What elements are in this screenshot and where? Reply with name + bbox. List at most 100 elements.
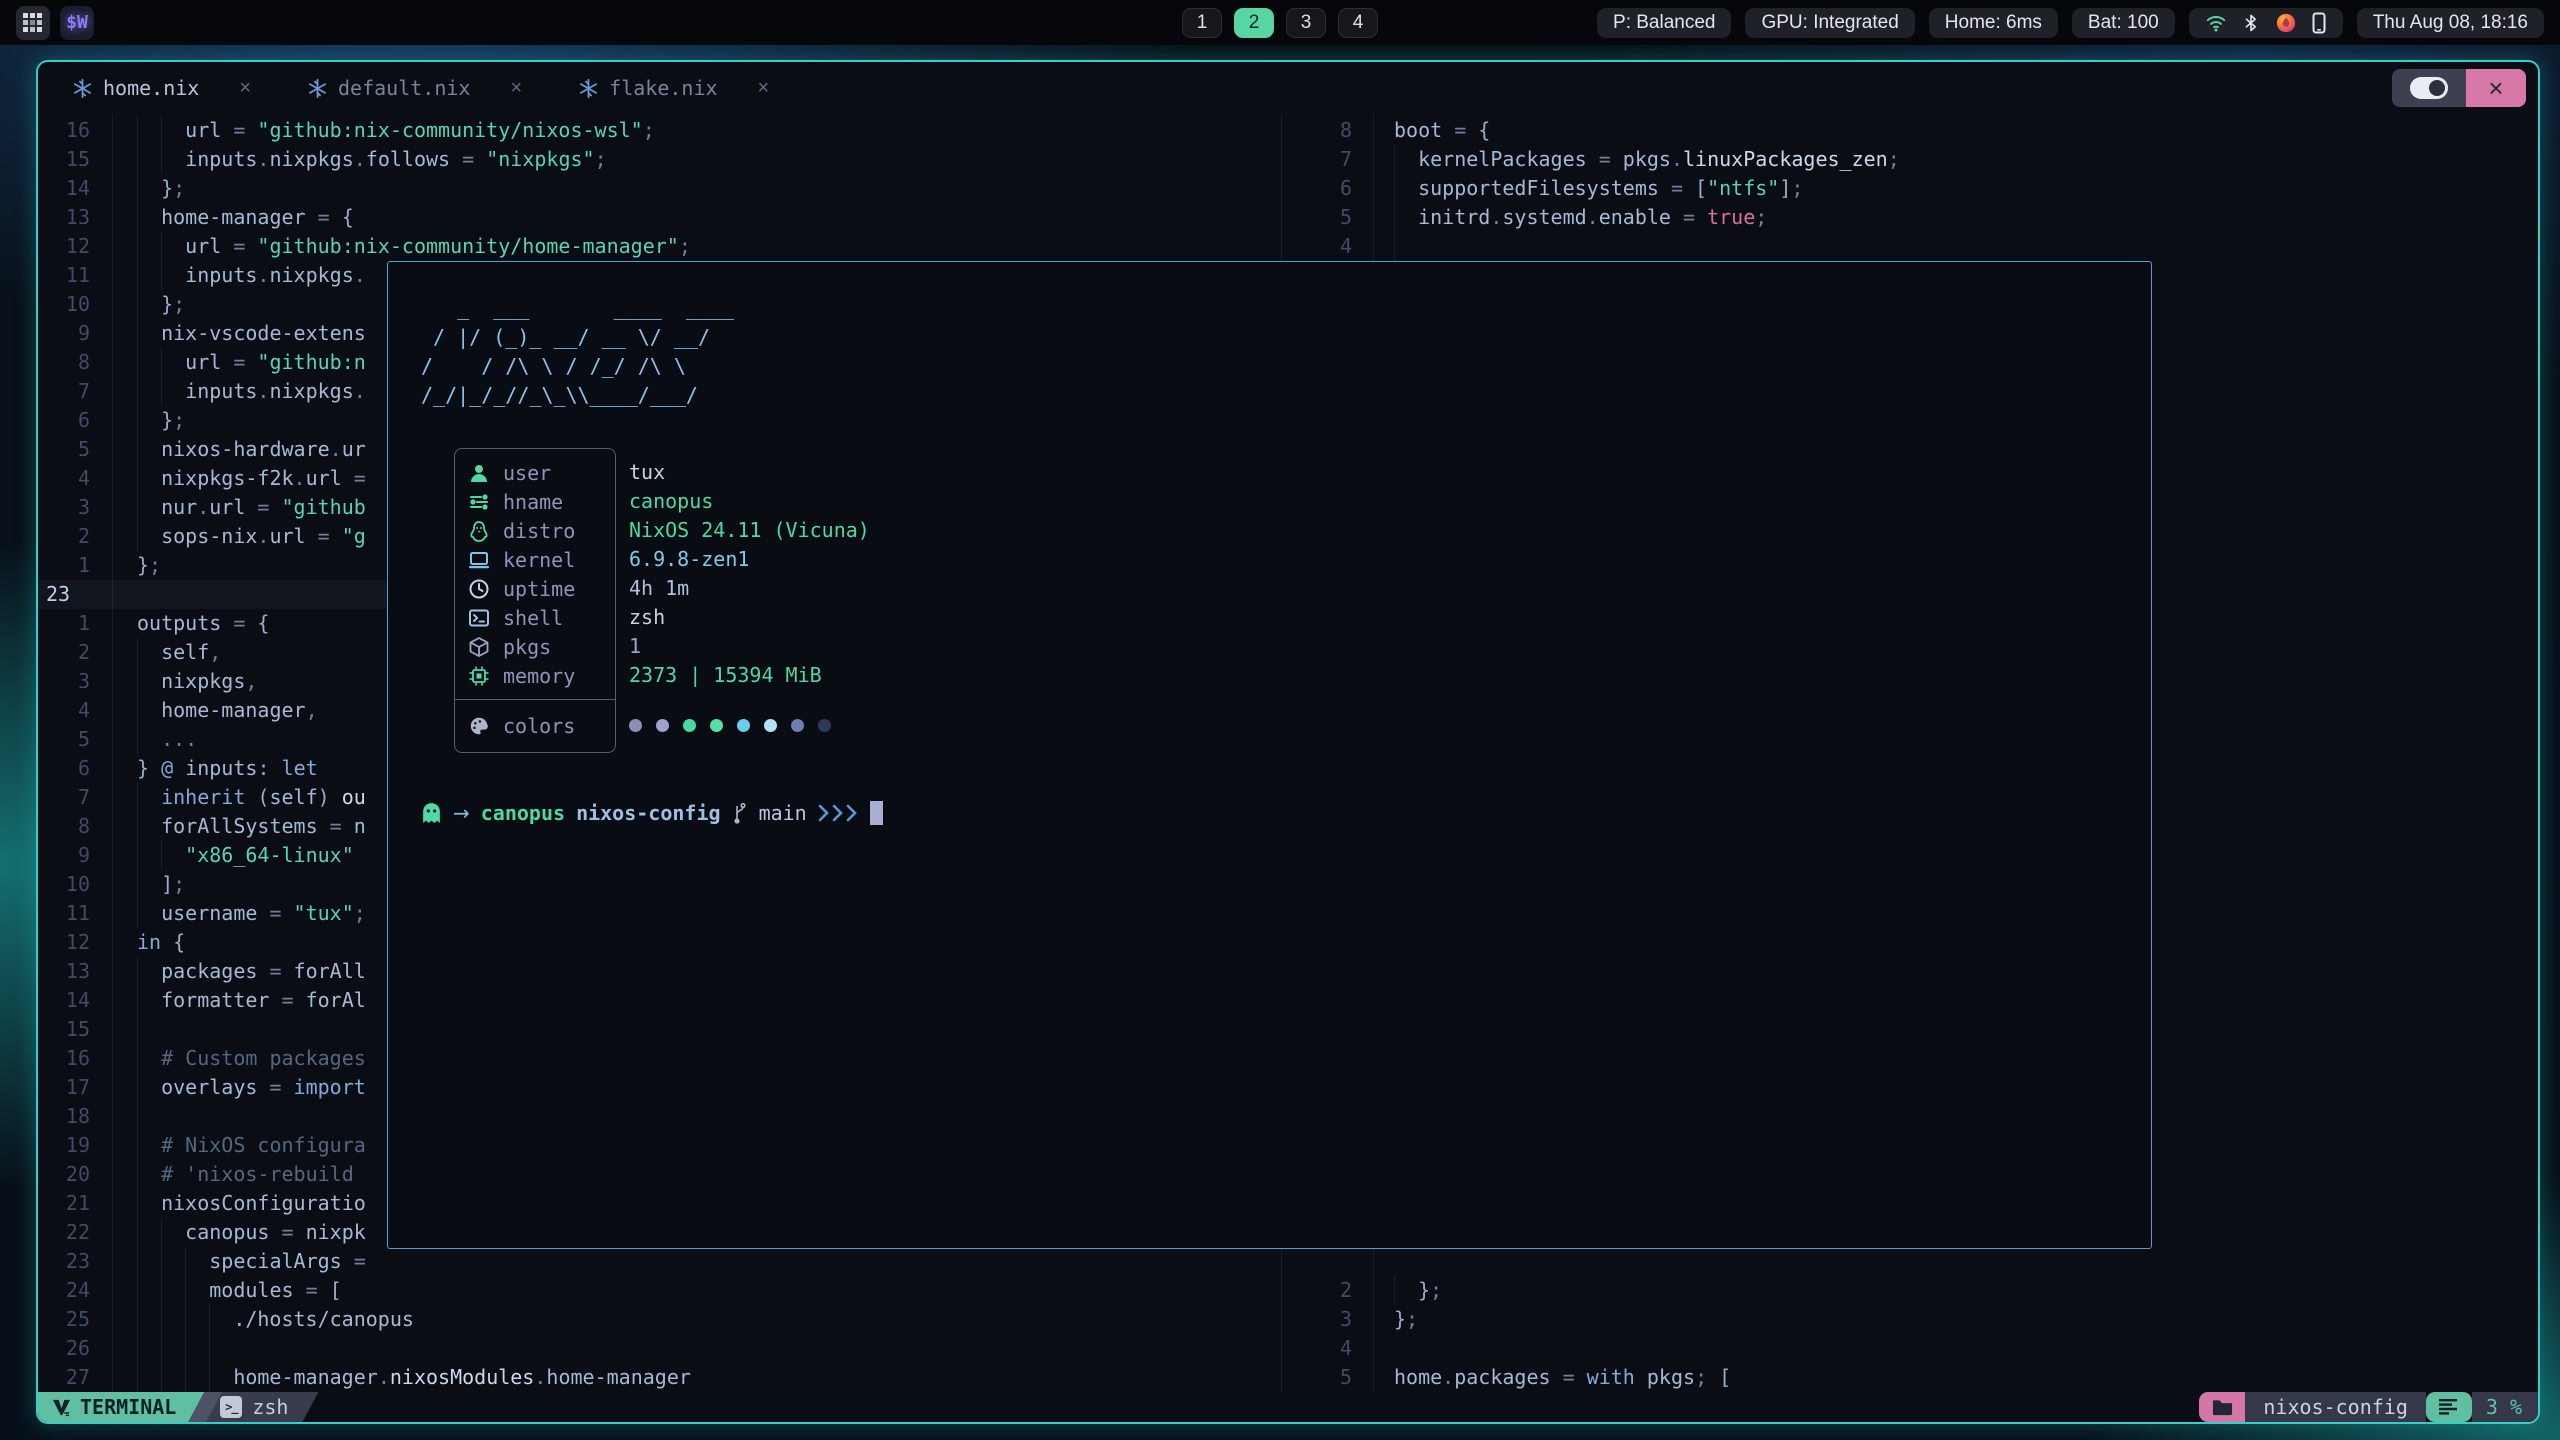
- fetch-value-shell: zsh: [629, 603, 1529, 632]
- color-dot: [710, 719, 723, 732]
- window-close-button[interactable]: ×: [2466, 69, 2526, 107]
- fetch-colors-row: colors: [455, 700, 615, 752]
- workspace-button-2[interactable]: 2: [1234, 8, 1274, 38]
- fetch-label: kernel: [503, 548, 575, 572]
- bluetooth-icon[interactable]: [2241, 12, 2261, 34]
- folder-icon: [2212, 1398, 2233, 1416]
- shell-prompt[interactable]: → canopus nixos-config main: [421, 798, 883, 827]
- wm-logo[interactable]: $W: [60, 6, 94, 40]
- fetch-row-kernel: kernel: [455, 545, 615, 574]
- statusbar-right: nixos-config 3 %: [2199, 1392, 2538, 1422]
- toggle-switch-icon: [2410, 77, 2448, 99]
- nix-snowflake-icon: [72, 78, 93, 99]
- phone-icon[interactable]: [2311, 12, 2327, 34]
- launcher-button[interactable]: [16, 6, 50, 40]
- color-dot: [629, 719, 642, 732]
- prompt-arrow: →: [453, 801, 470, 825]
- fetch-value-hname: canopus: [629, 487, 1529, 516]
- memory-icon: [468, 665, 490, 687]
- flame-icon[interactable]: [2275, 12, 2297, 34]
- fetch-colors-label: colors: [503, 714, 575, 738]
- fetch-label: distro: [503, 519, 575, 543]
- tab-default.nix[interactable]: default.nix ×: [307, 76, 522, 100]
- code-line: 7kernelPackages = pkgs.linuxPackages_zen…: [1288, 145, 2538, 174]
- git-branch-icon: [732, 802, 748, 824]
- tab-bar: home.nix×default.nix×flake.nix× ×: [38, 62, 2538, 114]
- code-line: 12url = "github:nix-community/home-manag…: [38, 232, 1278, 261]
- status-pill: P: Balanced: [1597, 8, 1731, 38]
- code-line: 8boot = {: [1288, 116, 2538, 145]
- tab-close-icon[interactable]: ×: [239, 77, 251, 100]
- fetch-row-memory: memory: [455, 661, 615, 690]
- position-segment: [2426, 1392, 2472, 1422]
- fetch-label: uptime: [503, 577, 575, 601]
- status-pill: Home: 6ms: [1929, 8, 2058, 38]
- window-toggle[interactable]: [2392, 69, 2466, 107]
- nixos-ascii-logo: _ ___ ____ ____ / |/ (_)_ __/ __ \/ __/ …: [421, 294, 734, 410]
- color-dot: [818, 719, 831, 732]
- code-line: 25./hosts/canopus: [38, 1305, 1278, 1334]
- workspace-button-4[interactable]: 4: [1338, 8, 1378, 38]
- shell-segment: >_ zsh: [206, 1392, 318, 1422]
- shell-icon: [468, 607, 490, 629]
- distro-icon: [468, 520, 490, 542]
- terminal-overlay[interactable]: _ ___ ____ ____ / |/ (_)_ __/ __ \/ __/ …: [387, 261, 2152, 1249]
- scroll-percent-label: 3 %: [2486, 1395, 2522, 1419]
- close-icon: ×: [2488, 73, 2503, 104]
- fetch-values: tuxcanopusNixOS 24.11 (Vicuna)6.9.8-zen1…: [629, 458, 1529, 751]
- mode-label: TERMINAL: [80, 1395, 176, 1419]
- color-dot: [656, 719, 669, 732]
- window-controls: ×: [2392, 69, 2526, 107]
- clock-text: Thu Aug 08, 18:16: [2373, 12, 2528, 34]
- tabs: home.nix×default.nix×flake.nix×: [72, 76, 769, 100]
- prompt-directory: nixos-config: [576, 801, 721, 825]
- code-line: 5home.packages = with pkgs; [: [1288, 1363, 2538, 1392]
- fetch-row-hname: hname: [455, 487, 615, 516]
- app-grid-icon: [23, 13, 43, 33]
- code-line: 4: [1288, 1334, 2538, 1363]
- fetch-value-pkgs: 1: [629, 632, 1529, 661]
- prompt-branch: main: [759, 801, 807, 825]
- fetch-label: memory: [503, 664, 575, 688]
- code-line: 2};: [1288, 1276, 2538, 1305]
- fetch-value-kernel: 6.9.8-zen1: [629, 545, 1529, 574]
- fetch-row-uptime: uptime: [455, 574, 615, 603]
- tab-close-icon[interactable]: ×: [758, 77, 770, 100]
- code-line: 16url = "github:nix-community/nixos-wsl"…: [38, 116, 1278, 145]
- project-directory: nixos-config: [2245, 1392, 2426, 1422]
- fetch-label: hname: [503, 490, 563, 514]
- editor-area[interactable]: 16url = "github:nix-community/nixos-wsl"…: [38, 114, 2538, 1392]
- lines-icon: [2439, 1399, 2459, 1415]
- color-dot: [764, 719, 777, 732]
- wifi-icon[interactable]: [2205, 12, 2227, 34]
- folder-segment: [2199, 1392, 2245, 1422]
- status-bar: TERMINAL >_ zsh nixos-config: [38, 1392, 2538, 1422]
- shell-label: zsh: [252, 1395, 288, 1419]
- tab-close-icon[interactable]: ×: [510, 77, 522, 100]
- hostname-icon: [468, 491, 490, 513]
- code-line: 4: [1288, 232, 2538, 261]
- wm-logo-text: $W: [66, 12, 88, 33]
- tab-flake.nix[interactable]: flake.nix×: [578, 76, 769, 100]
- tab-home.nix[interactable]: home.nix×: [72, 76, 251, 100]
- packages-icon: [468, 636, 490, 658]
- fetch-row-user: user: [455, 458, 615, 487]
- kernel-icon: [468, 549, 490, 571]
- project-directory-label: nixos-config: [2263, 1395, 2408, 1419]
- topbar-left: $W: [16, 6, 94, 40]
- status-pill: GPU: Integrated: [1745, 8, 1914, 38]
- code-line: 6supportedFilesystems = ["ntfs"];: [1288, 174, 2538, 203]
- workspace-button-3[interactable]: 3: [1286, 8, 1326, 38]
- terminal-cursor: [870, 801, 883, 825]
- prompt-chevrons-icon: [818, 803, 857, 823]
- fetch-row-distro: distro: [455, 516, 615, 545]
- fetch-value-uptime: 4h 1m: [629, 574, 1529, 603]
- tab-label: default.nix: [338, 76, 470, 100]
- mode-segment: TERMINAL: [38, 1392, 204, 1422]
- system-fetch-panel: userhnamedistrokerneluptimeshellpkgsmemo…: [454, 448, 616, 753]
- workspace-button-1[interactable]: 1: [1182, 8, 1222, 38]
- system-tray: [2189, 8, 2343, 38]
- code-line: 13home-manager = {: [38, 203, 1278, 232]
- code-line: 24modules = [: [38, 1276, 1278, 1305]
- color-dot: [737, 719, 750, 732]
